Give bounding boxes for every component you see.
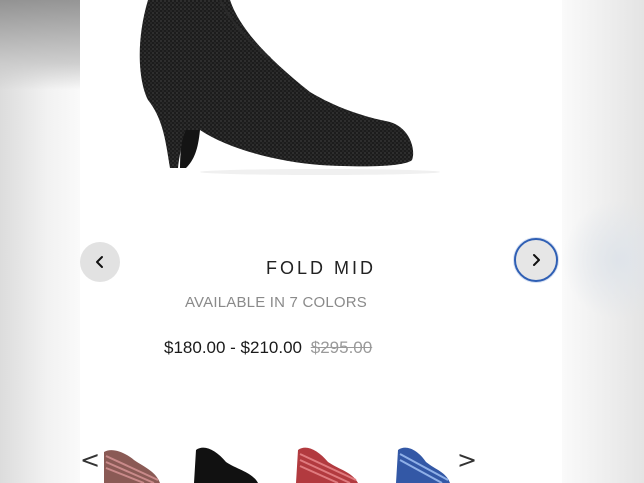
thumbnail-pink-stripe[interactable] [100,440,164,483]
background-blob [562,200,644,320]
background-blur-right [562,0,644,483]
background-smear [0,0,80,90]
thumbnail-black[interactable] [190,440,262,483]
color-availability: AVAILABLE IN 7 COLORS [184,294,368,311]
thumbnail-red-stripe[interactable] [292,440,362,483]
original-price: $295.00 [310,338,373,357]
thumbnails-prev-button[interactable]: < [80,446,100,474]
thumbnails-next-button[interactable]: > [457,446,477,474]
thumbnail-blue-stripe[interactable] [392,440,454,483]
product-card: FOLD MID AVAILABLE IN 7 COLORS $180.00 -… [80,0,562,483]
price-row: $180.00 - $210.00 $295.00 [164,338,372,358]
product-image [139,0,440,175]
sale-price: $180.00 - $210.00 [164,338,303,357]
background-blur-left [0,0,80,483]
product-title: FOLD MID [265,258,376,278]
